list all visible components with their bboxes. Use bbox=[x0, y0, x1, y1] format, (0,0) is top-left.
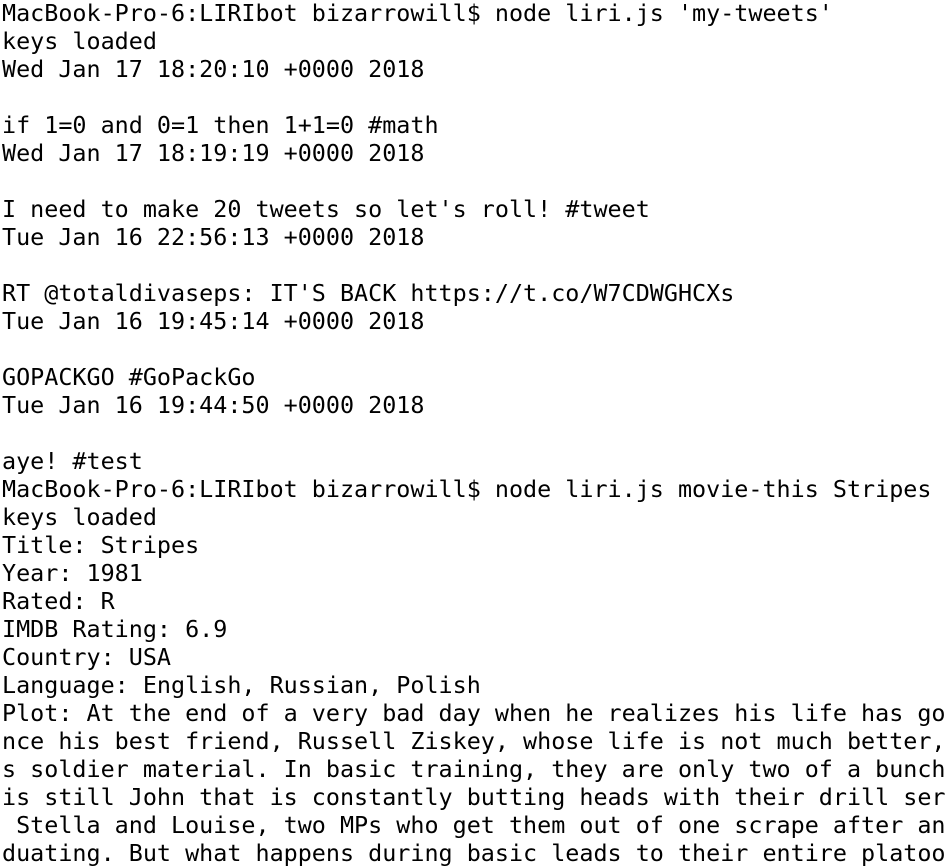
terminal-line: RT @totaldivaseps: IT'S BACK https://t.c… bbox=[2, 279, 735, 307]
terminal-line: MacBook-Pro-6:LIRIbot bizarrowill$ node … bbox=[2, 475, 932, 503]
terminal-line: Year: 1981 bbox=[2, 559, 143, 587]
terminal-line: Tue Jan 16 19:45:14 +0000 2018 bbox=[2, 307, 425, 335]
terminal-output: MacBook-Pro-6:LIRIbot bizarrowill$ node … bbox=[2, 0, 946, 867]
terminal-line: Tue Jan 16 19:44:50 +0000 2018 bbox=[2, 391, 425, 419]
terminal-line: Wed Jan 17 18:19:19 +0000 2018 bbox=[2, 139, 425, 167]
terminal-line: keys loaded bbox=[2, 27, 157, 55]
terminal-line: Language: English, Russian, Polish bbox=[2, 671, 481, 699]
terminal-window[interactable]: MacBook-Pro-6:LIRIbot bizarrowill$ node … bbox=[0, 0, 946, 868]
terminal-line: s soldier material. In basic training, t… bbox=[2, 755, 946, 783]
terminal-line: Plot: At the end of a very bad day when … bbox=[2, 699, 946, 727]
terminal-line: Title: Stripes bbox=[2, 531, 200, 559]
terminal-line: is still John that is constantly butting… bbox=[2, 783, 946, 811]
terminal-line: if 1=0 and 0=1 then 1+1=0 #math bbox=[2, 111, 439, 139]
terminal-line: keys loaded bbox=[2, 503, 157, 531]
terminal-line: duating. But what happens during basic l… bbox=[2, 839, 946, 867]
terminal-line: I need to make 20 tweets so let's roll! … bbox=[2, 195, 650, 223]
terminal-line: Tue Jan 16 22:56:13 +0000 2018 bbox=[2, 223, 425, 251]
terminal-line: MacBook-Pro-6:LIRIbot bizarrowill$ node … bbox=[2, 0, 833, 27]
terminal-line: Country: USA bbox=[2, 643, 171, 671]
terminal-line: GOPACKGO #GoPackGo bbox=[2, 363, 256, 391]
terminal-line: Rated: R bbox=[2, 587, 115, 615]
terminal-line: aye! #test bbox=[2, 447, 143, 475]
terminal-line: nce his best friend, Russell Ziskey, who… bbox=[2, 727, 946, 755]
terminal-line: Stella and Louise, two MPs who get them … bbox=[2, 811, 946, 839]
terminal-line: IMDB Rating: 6.9 bbox=[2, 615, 228, 643]
terminal-line: Wed Jan 17 18:20:10 +0000 2018 bbox=[2, 55, 425, 83]
